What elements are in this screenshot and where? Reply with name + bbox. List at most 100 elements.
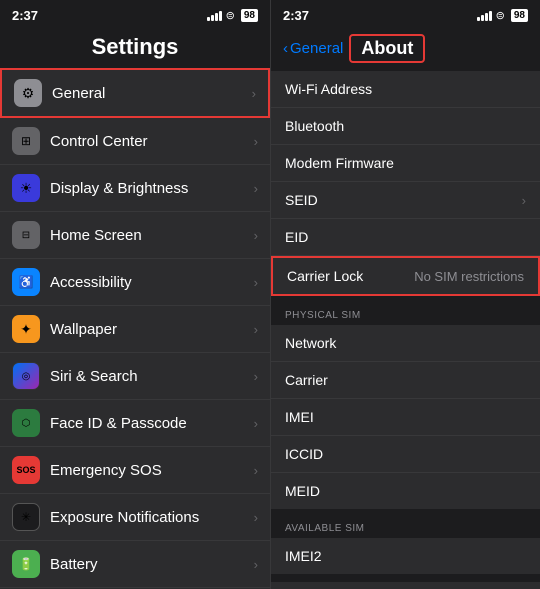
settings-item-accessibility[interactable]: ♿ Accessibility › — [0, 259, 270, 306]
sos-chevron: › — [254, 463, 258, 478]
general-chevron: › — [252, 86, 256, 101]
available-sim-group: IMEI2 — [271, 538, 540, 574]
back-button[interactable]: ‹ General — [283, 40, 343, 57]
back-label: General — [290, 40, 343, 57]
right-battery-icon: 98 — [511, 9, 528, 22]
control-center-icon: ⊞ — [12, 127, 40, 155]
wallpaper-icon: ✦ — [12, 315, 40, 343]
carrier-lock-value: No SIM restrictions — [414, 269, 524, 284]
display-label: Display & Brightness — [50, 180, 254, 197]
faceid-icon: ⬡ — [12, 409, 40, 437]
settings-item-battery[interactable]: 🔋 Battery › — [0, 541, 270, 588]
settings-list: ⚙ General › ⊞ Control Center › ☀ Display… — [0, 68, 270, 589]
sos-label: Emergency SOS — [50, 462, 254, 479]
battery-item-icon: 🔋 — [12, 550, 40, 578]
sos-icon: SOS — [12, 456, 40, 484]
about-item-carrier[interactable]: Carrier — [271, 362, 540, 399]
physical-sim-group: Network Carrier IMEI ICCID MEID — [271, 325, 540, 509]
left-time: 2:37 — [12, 8, 38, 23]
right-status-bar: 2:37 ⊜ 98 — [271, 0, 540, 30]
wallpaper-chevron: › — [254, 322, 258, 337]
group-gap-3 — [271, 574, 540, 582]
battery-label: Battery — [50, 556, 254, 573]
about-item-cert-trust[interactable]: Certificate Trust Settings › — [271, 582, 540, 589]
general-label: General — [52, 85, 252, 102]
eid-label: EID — [285, 229, 308, 245]
settings-title: Settings — [92, 34, 179, 59]
accessibility-icon: ♿ — [12, 268, 40, 296]
left-panel: 2:37 ⊜ 98 Settings ⚙ General › ⊞ Control… — [0, 0, 270, 589]
settings-item-display[interactable]: ☀ Display & Brightness › — [0, 165, 270, 212]
wallpaper-label: Wallpaper — [50, 321, 254, 338]
general-icon: ⚙ — [14, 79, 42, 107]
settings-item-home[interactable]: ⊟ Home Screen › — [0, 212, 270, 259]
battery-icon: 98 — [241, 9, 258, 22]
home-label: Home Screen — [50, 227, 254, 244]
available-sim-header: AVAILABLE SIM — [271, 517, 540, 538]
group-gap-1 — [271, 296, 540, 304]
left-status-icons: ⊜ 98 — [207, 9, 258, 22]
seid-label: SEID — [285, 192, 318, 208]
imei2-label: IMEI2 — [285, 548, 322, 564]
left-header: Settings — [0, 30, 270, 68]
display-icon: ☀ — [12, 174, 40, 202]
faceid-label: Face ID & Passcode — [50, 415, 254, 432]
about-item-meid[interactable]: MEID — [271, 473, 540, 509]
carrier-lock-label: Carrier Lock — [287, 268, 363, 284]
settings-item-faceid[interactable]: ⬡ Face ID & Passcode › — [0, 400, 270, 447]
display-chevron: › — [254, 181, 258, 196]
settings-item-control-center[interactable]: ⊞ Control Center › — [0, 118, 270, 165]
home-chevron: › — [254, 228, 258, 243]
control-center-label: Control Center — [50, 133, 254, 150]
about-item-seid[interactable]: SEID › — [271, 182, 540, 219]
about-item-iccid[interactable]: ICCID — [271, 436, 540, 473]
carrier-label: Carrier — [285, 372, 328, 388]
iccid-label: ICCID — [285, 446, 323, 462]
about-item-carrier-lock[interactable]: Carrier Lock No SIM restrictions — [271, 256, 540, 296]
right-time: 2:37 — [283, 8, 309, 23]
physical-sim-header: PHYSICAL SIM — [271, 304, 540, 325]
exposure-chevron: › — [254, 510, 258, 525]
seid-chevron: › — [522, 193, 526, 208]
left-status-bar: 2:37 ⊜ 98 — [0, 0, 270, 30]
accessibility-label: Accessibility — [50, 274, 254, 291]
about-group-1: Wi-Fi Address Bluetooth Modem Firmware S… — [271, 71, 540, 296]
faceid-chevron: › — [254, 416, 258, 431]
settings-item-wallpaper[interactable]: ✦ Wallpaper › — [0, 306, 270, 353]
imei-label: IMEI — [285, 409, 314, 425]
group-gap-2 — [271, 509, 540, 517]
settings-item-sos[interactable]: SOS Emergency SOS › — [0, 447, 270, 494]
wifi-address-label: Wi-Fi Address — [285, 81, 372, 97]
right-signal-icon — [477, 9, 492, 21]
about-title: About — [349, 34, 425, 63]
exposure-label: Exposure Notifications — [50, 509, 254, 526]
cert-trust-group: Certificate Trust Settings › — [271, 582, 540, 589]
about-item-imei[interactable]: IMEI — [271, 399, 540, 436]
control-center-chevron: › — [254, 134, 258, 149]
about-item-network[interactable]: Network — [271, 325, 540, 362]
accessibility-chevron: › — [254, 275, 258, 290]
about-item-eid[interactable]: EID — [271, 219, 540, 256]
about-item-imei2[interactable]: IMEI2 — [271, 538, 540, 574]
right-panel: 2:37 ⊜ 98 ‹ General About Wi-Fi Address — [270, 0, 540, 589]
settings-item-general[interactable]: ⚙ General › — [0, 68, 270, 118]
back-chevron-icon: ‹ — [283, 40, 288, 57]
meid-label: MEID — [285, 483, 320, 499]
home-icon: ⊟ — [12, 221, 40, 249]
about-item-modem[interactable]: Modem Firmware — [271, 145, 540, 182]
about-list: Wi-Fi Address Bluetooth Modem Firmware S… — [271, 71, 540, 589]
bluetooth-label: Bluetooth — [285, 118, 344, 134]
battery-chevron: › — [254, 557, 258, 572]
settings-item-exposure[interactable]: ✳ Exposure Notifications › — [0, 494, 270, 541]
settings-item-siri[interactable]: ◎ Siri & Search › — [0, 353, 270, 400]
signal-icon — [207, 9, 222, 21]
network-label: Network — [285, 335, 336, 351]
exposure-icon: ✳ — [12, 503, 40, 531]
right-wifi-icon: ⊜ — [496, 9, 505, 22]
siri-label: Siri & Search — [50, 368, 254, 385]
modem-label: Modem Firmware — [285, 155, 394, 171]
about-item-bluetooth[interactable]: Bluetooth — [271, 108, 540, 145]
siri-icon: ◎ — [12, 362, 40, 390]
about-item-wifi-address[interactable]: Wi-Fi Address — [271, 71, 540, 108]
wifi-icon: ⊜ — [226, 9, 235, 22]
